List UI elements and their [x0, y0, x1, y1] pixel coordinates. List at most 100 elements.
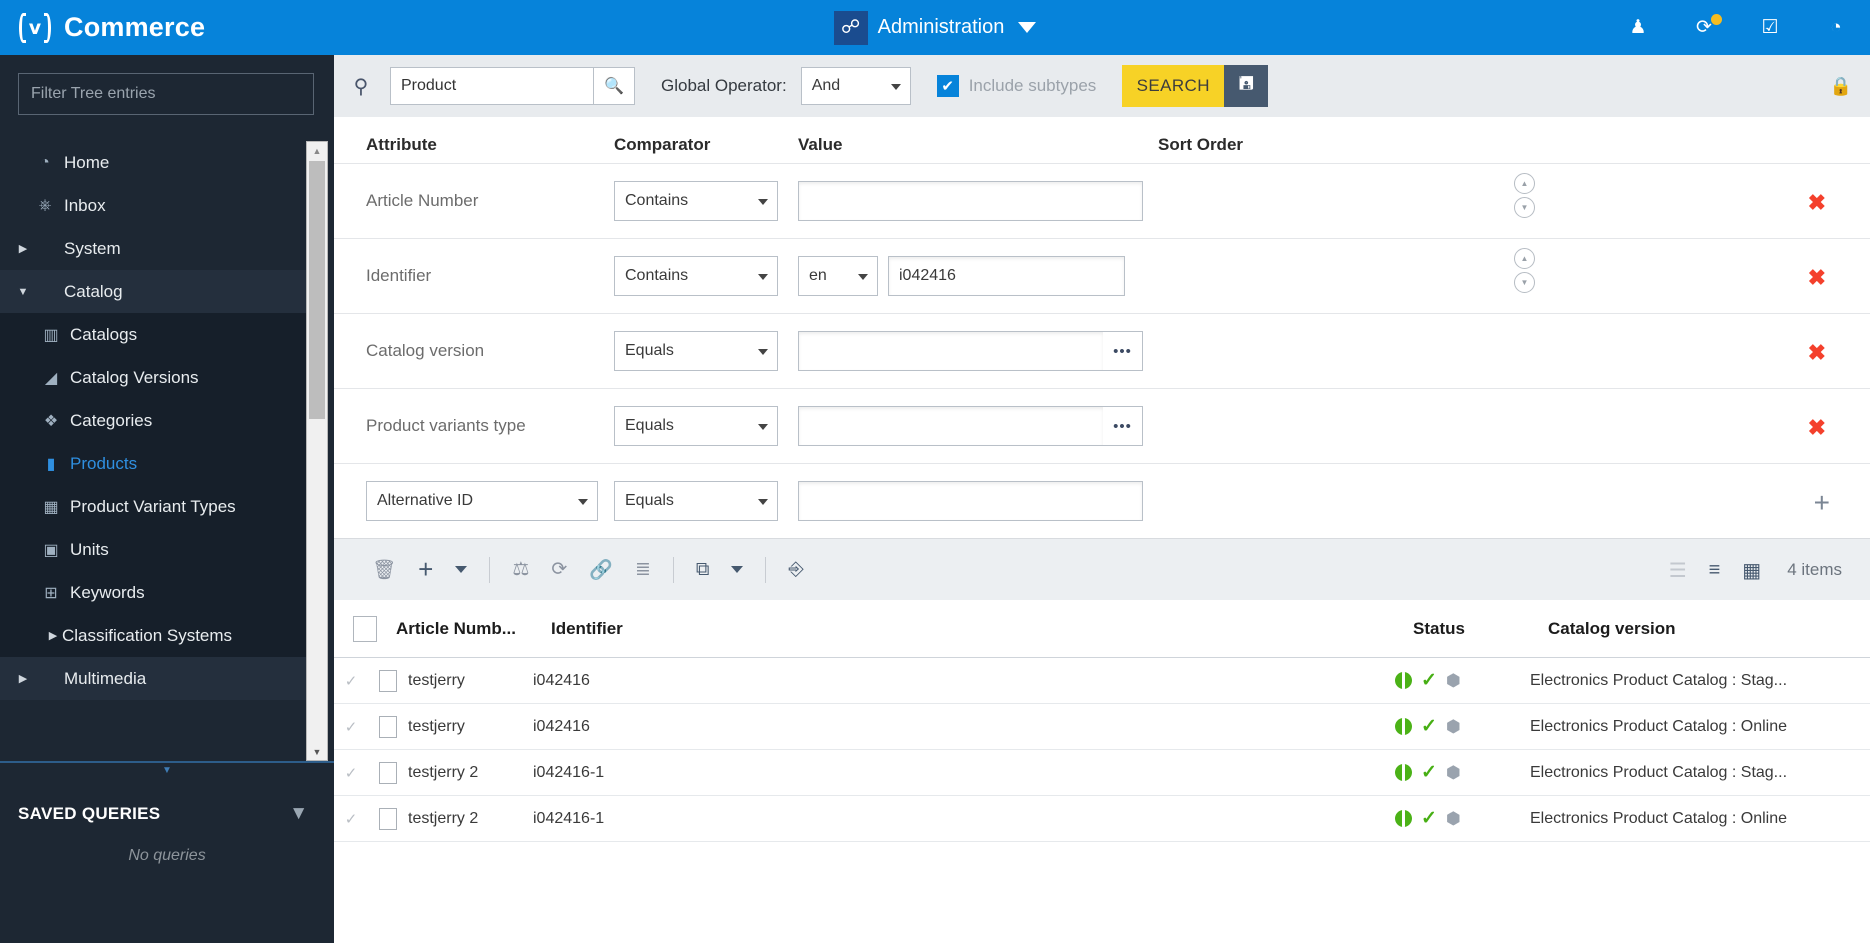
table-row[interactable]: ✓ testjerry 2 i042416-1 ✓ ⬢ Electronics …: [334, 750, 1870, 796]
include-subtypes-checkbox[interactable]: ✔ Include subtypes: [936, 75, 1096, 97]
row-expand-icon[interactable]: ✓: [334, 764, 368, 782]
table-row[interactable]: ✓ testjerry i042416 ✓ ⬢ Electronics Prod…: [334, 704, 1870, 750]
filter-attribute-value: Alternative ID: [377, 492, 474, 509]
tree-item-multimedia[interactable]: ▶ Multimedia: [0, 657, 306, 700]
export-dropdown-caret-icon[interactable]: [731, 566, 744, 573]
tree-item-units[interactable]: ▣ Units: [0, 528, 306, 571]
tree-item-label: Multimedia: [64, 668, 147, 688]
chevron-right-icon[interactable]: ▶: [14, 672, 32, 685]
refresh-icon[interactable]: ⟳: [551, 558, 567, 581]
add-plus-icon[interactable]: +: [418, 554, 433, 585]
sort-descending-icon[interactable]: ▼: [1514, 272, 1535, 293]
sidebar-splitter[interactable]: ▼: [0, 761, 334, 777]
tree-view-icon[interactable]: ≡: [1709, 559, 1721, 582]
lock-icon[interactable]: 🔒: [1830, 76, 1852, 97]
filter-comparator-select[interactable]: Equals: [614, 331, 778, 371]
tree-item-catalog-versions[interactable]: ◢ Catalog Versions: [0, 356, 306, 399]
context-switcher[interactable]: ☍ Administration: [755, 0, 1115, 55]
chevron-right-icon[interactable]: ▶: [14, 242, 32, 255]
brand-logo[interactable]: v Commerce: [18, 11, 205, 45]
link-icon[interactable]: 🔗: [589, 558, 613, 582]
filter-value-input[interactable]: [798, 406, 1103, 446]
search-input[interactable]: [390, 67, 593, 105]
clock-history-icon[interactable]: ◔: [1824, 16, 1848, 40]
filter-value-input[interactable]: [798, 481, 1143, 521]
import-return-icon[interactable]: ⎆: [788, 559, 803, 581]
remove-filter-row-button[interactable]: ✖: [1808, 340, 1826, 366]
filter-language-select[interactable]: en: [798, 256, 878, 296]
filter-comparator-select[interactable]: Equals: [614, 481, 778, 521]
filter-attribute-select[interactable]: Alternative ID: [366, 481, 598, 521]
remove-filter-row-button[interactable]: ✖: [1808, 190, 1826, 216]
checklist-icon[interactable]: ≣: [635, 558, 651, 581]
tree-item-label: Products: [70, 453, 138, 473]
add-dropdown-caret-icon[interactable]: [455, 566, 468, 573]
select-all-checkbox[interactable]: [334, 615, 396, 642]
filter-tree-input[interactable]: [18, 73, 314, 115]
filter-attribute-label: Identifier: [366, 266, 432, 285]
column-header-identifier[interactable]: Identifier: [551, 619, 1413, 639]
value-picker-button[interactable]: •••: [1103, 406, 1143, 446]
tree-item-home[interactable]: ◔ Home: [0, 141, 306, 184]
tree-item-system[interactable]: ▶ System: [0, 227, 306, 270]
filter-comparator-select[interactable]: Contains: [614, 256, 778, 296]
sort-descending-icon[interactable]: ▼: [1514, 197, 1535, 218]
value-picker-button[interactable]: •••: [1103, 331, 1143, 371]
sort-ascending-icon[interactable]: ▲: [1514, 248, 1535, 269]
user-icon[interactable]: ♟: [1626, 16, 1650, 40]
chevron-down-icon[interactable]: [1018, 22, 1037, 33]
filter-comparator-select[interactable]: Contains: [614, 181, 778, 221]
tree-item-catalog[interactable]: ▼ Catalog: [0, 270, 306, 313]
tree-item-categories[interactable]: ❖ Categories: [0, 399, 306, 442]
sort-ascending-icon[interactable]: ▲: [1514, 173, 1535, 194]
query-reset-icon[interactable]: ⚲: [350, 74, 372, 99]
filter-value-input[interactable]: [798, 181, 1143, 221]
header-value: Value: [798, 135, 843, 154]
row-checkbox[interactable]: [368, 761, 408, 784]
remove-filter-row-button[interactable]: ✖: [1808, 265, 1826, 291]
grid-view-icon[interactable]: ▦: [1742, 558, 1761, 583]
chevron-right-icon[interactable]: ▶: [44, 629, 62, 642]
search-magnifier-icon[interactable]: 🔍: [593, 67, 635, 105]
row-checkbox[interactable]: [368, 715, 408, 738]
column-header-catalog-version[interactable]: Catalog version: [1548, 619, 1870, 639]
global-operator-select[interactable]: And: [800, 67, 911, 105]
filter-value-input[interactable]: [888, 256, 1125, 296]
scroll-down-arrow-icon[interactable]: ▼: [307, 743, 327, 760]
chevron-down-icon[interactable]: ▼: [14, 286, 32, 298]
remove-filter-row-button[interactable]: ✖: [1808, 415, 1826, 441]
row-expand-icon[interactable]: ✓: [334, 810, 368, 828]
scrollbar-thumb[interactable]: [309, 161, 325, 419]
delete-trash-icon[interactable]: 🗑: [372, 558, 396, 582]
tree-item-catalogs[interactable]: ▥ Catalogs: [0, 313, 306, 356]
filter-value-input[interactable]: [798, 331, 1103, 371]
compare-scales-icon[interactable]: ⚖: [512, 558, 529, 581]
column-header-status[interactable]: Status: [1413, 619, 1548, 639]
add-filter-row-button[interactable]: +: [1814, 487, 1830, 519]
table-row[interactable]: ✓ testjerry 2 i042416-1 ✓ ⬢ Electronics …: [334, 796, 1870, 842]
column-header-article-number[interactable]: Article Numb...: [396, 619, 551, 639]
funnel-filter-icon[interactable]: ▼: [289, 803, 308, 825]
tree-item-product-variant-types[interactable]: ▦ Product Variant Types: [0, 485, 306, 528]
scroll-up-arrow-icon[interactable]: ▲: [307, 142, 327, 159]
cell-article-number: testjerry 2: [408, 763, 479, 781]
list-view-icon[interactable]: ☰: [1669, 558, 1687, 583]
export-icon[interactable]: ⧉: [696, 559, 710, 581]
activity-icon[interactable]: ⟳: [1692, 13, 1722, 40]
floppy-save-icon[interactable]: 🖪: [1224, 65, 1269, 107]
row-expand-icon[interactable]: ✓: [334, 718, 368, 736]
filter-comparator-select[interactable]: Equals: [614, 406, 778, 446]
tree-item-classification-systems[interactable]: ▶ Classification Systems: [0, 614, 306, 657]
table-row[interactable]: ✓ testjerry i042416 ✓ ⬢ Electronics Prod…: [334, 658, 1870, 704]
tree-item-products[interactable]: ▮ Products: [0, 442, 306, 485]
search-button[interactable]: SEARCH: [1122, 65, 1225, 107]
tree-item-inbox[interactable]: ⎈ Inbox: [0, 184, 306, 227]
row-expand-icon[interactable]: ✓: [334, 672, 368, 690]
tasks-check-icon[interactable]: ☑: [1758, 16, 1782, 40]
row-checkbox[interactable]: [368, 807, 408, 830]
tree-item-keywords[interactable]: ⊞ Keywords: [0, 571, 306, 614]
row-checkbox[interactable]: [368, 669, 408, 692]
tree-item-label: Catalog Versions: [70, 367, 199, 387]
filter-attribute-label: Product variants type: [366, 416, 526, 435]
sidebar-scrollbar[interactable]: ▲ ▼: [306, 141, 328, 761]
